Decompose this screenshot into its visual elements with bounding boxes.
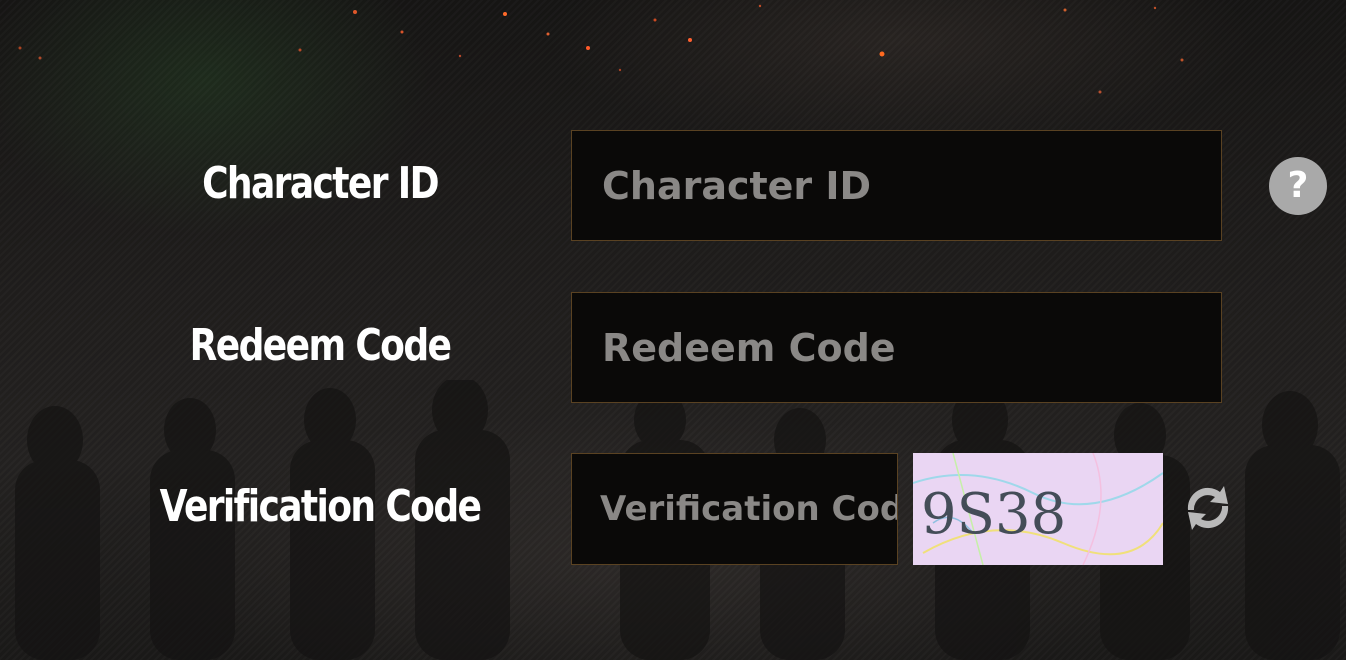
verification-code-input[interactable] <box>571 453 898 565</box>
refresh-arrows-icon[interactable] <box>1178 480 1238 536</box>
ember-particles <box>18 4 1184 94</box>
redeem-code-label: Redeem Code <box>189 320 452 371</box>
verification-code-label: Verification Code <box>159 481 482 532</box>
captcha-image[interactable]: 9S38 <box>913 453 1163 565</box>
redeem-code-input[interactable] <box>571 292 1222 403</box>
question-mark-icon[interactable]: ? <box>1269 157 1327 215</box>
character-id-label: Character ID <box>202 158 439 209</box>
character-id-input[interactable] <box>571 130 1222 241</box>
captcha-text: 9S38 <box>921 482 1066 547</box>
